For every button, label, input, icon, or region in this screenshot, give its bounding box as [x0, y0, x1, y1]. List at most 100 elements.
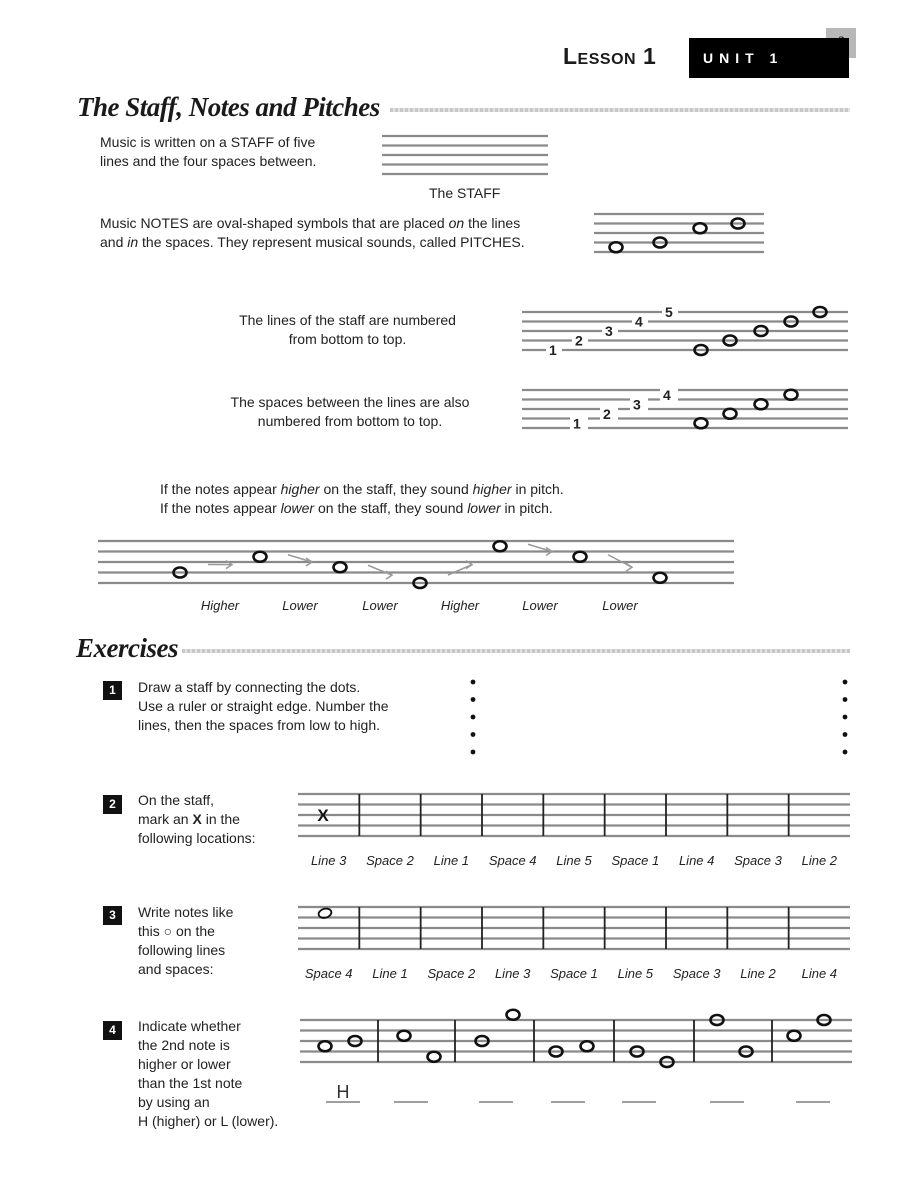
exercise-1-instructions: Draw a staff by connecting the dots. Use…: [138, 678, 389, 735]
whole-note: [332, 560, 348, 574]
text-line: If the notes appear lower on the staff, …: [160, 500, 553, 516]
space-number-label: 4: [663, 387, 671, 403]
connect-dot: [842, 732, 848, 737]
exercise-number-badge: 2: [103, 795, 122, 814]
direction-label: Higher: [201, 598, 240, 613]
section-rule: [182, 649, 850, 653]
text-line: higher or lower: [138, 1056, 231, 1072]
connect-dot: [842, 679, 848, 685]
exercise-2-staff[interactable]: Line 3 Space 2 Line 1 Space 4 Line 5 Space 1 L…: [298, 790, 853, 875]
text-line: from bottom to top.: [288, 331, 407, 347]
text-line: Indicate whether: [138, 1018, 241, 1034]
pitch-rule-text: If the notes appear higher on the staff,…: [160, 480, 564, 518]
line-number-label: 5: [665, 304, 673, 320]
staff-example: [382, 134, 548, 176]
whole-note: [652, 571, 668, 585]
text-line: Music NOTES are oval-shaped symbols that…: [100, 215, 521, 231]
text-line: the 2nd note is: [138, 1037, 230, 1053]
direction-label: Lower: [602, 598, 638, 613]
text-line: this ○ on the: [138, 923, 215, 939]
lesson-title: Lesson 1: [563, 43, 657, 69]
notes-intro-text: Music NOTES are oval-shaped symbols that…: [100, 214, 525, 252]
arrow-head: [625, 562, 634, 572]
connect-dot: [470, 714, 476, 720]
space-number-label: 2: [603, 406, 611, 422]
exercise-3-staff[interactable]: Space 4 Line 1 Space 2 Line 3 Space 1 Line 5 S…: [298, 903, 853, 988]
location-label: Line 3: [311, 853, 347, 868]
unit-badge: UNIT 1: [689, 38, 849, 78]
text-line: and spaces:: [138, 961, 214, 977]
direction-label: Higher: [441, 598, 480, 613]
text-line: than the 1st note: [138, 1075, 243, 1091]
text-line: The spaces between the lines are also: [230, 394, 470, 410]
text-line: following locations:: [138, 830, 256, 846]
text-line: Write notes like: [138, 904, 234, 920]
connect-dot: [470, 732, 476, 737]
numbered-lines-staff: 1 2 3 4 5: [522, 304, 848, 358]
text-line: numbered from bottom to top.: [257, 413, 443, 429]
line-number-label: 4: [635, 314, 643, 330]
location-label: Line 3: [495, 966, 531, 981]
exercise-3-instructions: Write notes like this ○ on the following…: [138, 903, 233, 979]
location-label: Line 5: [618, 966, 654, 981]
exercise-2-instructions: On the staff, mark an X in the following…: [138, 791, 256, 848]
whole-note: [692, 221, 708, 235]
whole-note: [783, 388, 799, 402]
location-label: Line 2: [802, 853, 838, 868]
direction-label: Lower: [282, 598, 318, 613]
text-line: Music is written on a STAFF of five: [100, 134, 316, 150]
exercise-4-staff[interactable]: H: [300, 1008, 855, 1112]
whole-note: [317, 1039, 333, 1053]
exercise-number-badge: 3: [103, 906, 122, 925]
line-number-label: 2: [575, 333, 583, 349]
staff-intro-text: Music is written on a STAFF of five line…: [100, 133, 316, 171]
section-title-exercises: Exercises: [76, 633, 178, 663]
location-label: Line 1: [372, 966, 407, 981]
numbered-spaces-staff: 1 2 3 4: [522, 386, 848, 432]
location-label: Space 4: [489, 853, 537, 868]
whole-note: [722, 407, 738, 421]
location-label: Space 3: [673, 966, 721, 981]
text-line: On the staff,: [138, 792, 215, 808]
location-label: Space 2: [366, 853, 414, 868]
whole-note: [252, 550, 268, 564]
direction-arrow: [367, 564, 393, 576]
text-line: lines and the four spaces between.: [100, 153, 317, 169]
spaces-numbered-text: The spaces between the lines are also nu…: [205, 393, 495, 431]
text-line: following lines: [138, 942, 226, 958]
text-line: Use a ruler or straight edge. Number the: [138, 698, 389, 714]
connect-dot: [842, 714, 848, 720]
connect-dot: [842, 749, 848, 755]
whole-note: [753, 397, 769, 411]
section-rule: [390, 108, 850, 112]
text-line: lines, then the spaces from low to high.: [138, 717, 381, 733]
exercise-number-badge: 4: [103, 1021, 122, 1040]
exercise-number-badge: 1: [103, 681, 122, 700]
text-line: Draw a staff by connecting the dots.: [138, 679, 361, 695]
text-line: by using an: [138, 1094, 210, 1110]
whole-note: [579, 1039, 595, 1053]
whole-note: [608, 240, 624, 254]
text-line: H (higher) or L (lower).: [138, 1113, 279, 1129]
text-line: The lines of the staff are numbered: [239, 312, 456, 328]
whole-note: [505, 1008, 521, 1022]
text-line: If the notes appear higher on the staff,…: [160, 481, 564, 497]
example-x-mark: X: [317, 806, 329, 825]
direction-label: Lower: [522, 598, 558, 613]
lines-numbered-text: The lines of the staff are numbered from…: [205, 311, 490, 349]
whole-note: [786, 1029, 802, 1043]
whole-note: [426, 1050, 442, 1064]
location-label: Line 4: [802, 966, 837, 981]
connect-dot: [842, 697, 848, 702]
staff-caption: The STAFF: [429, 185, 501, 201]
connect-dot: [470, 679, 476, 685]
location-label: Line 5: [556, 853, 592, 868]
whole-note: [572, 550, 588, 564]
location-label: Space 2: [427, 966, 475, 981]
location-label: Space 3: [734, 853, 782, 868]
line-number-label: 3: [605, 323, 613, 339]
section-title-staff: The Staff, Notes and Pitches: [77, 92, 380, 122]
location-label: Space 1: [550, 966, 598, 981]
direction-label: Lower: [362, 598, 398, 613]
exercise-1-drawing-area[interactable]: [460, 672, 860, 762]
